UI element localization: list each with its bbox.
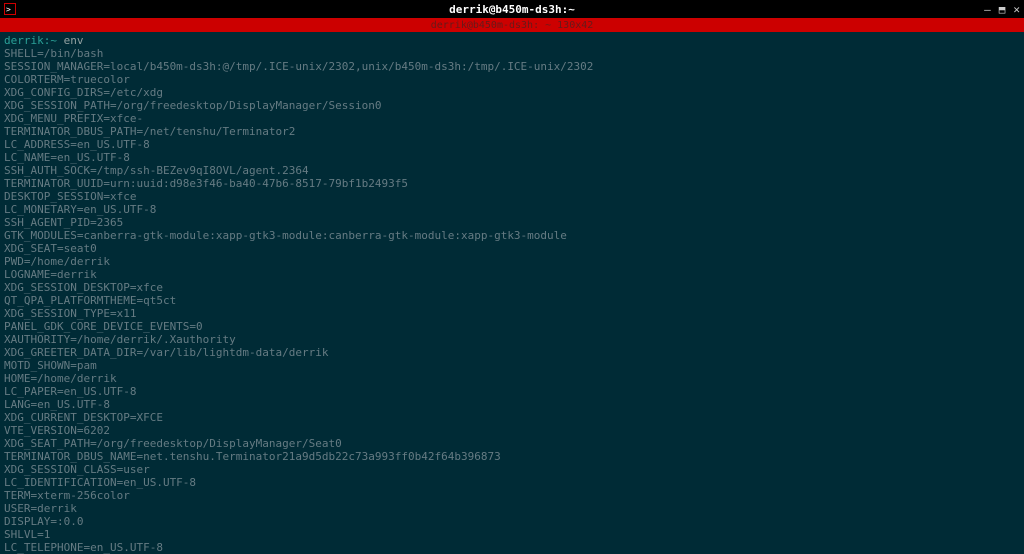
titlebar-left: > (4, 3, 16, 15)
env-line: XDG_SESSION_PATH=/org/freedesktop/Displa… (4, 99, 1020, 112)
titlebar: > derrik@b450m-ds3h:~ — ⬒ ✕ (0, 0, 1024, 18)
env-line: TERM=xterm-256color (4, 489, 1020, 502)
env-line: PANEL_GDK_CORE_DEVICE_EVENTS=0 (4, 320, 1020, 333)
window-title: derrik@b450m-ds3h:~ (449, 3, 575, 16)
env-line: LANG=en_US.UTF-8 (4, 398, 1020, 411)
terminal-area[interactable]: derrik:~ env SHELL=/bin/bashSESSION_MANA… (0, 32, 1024, 554)
env-line: COLORTERM=truecolor (4, 73, 1020, 86)
env-line: LOGNAME=derrik (4, 268, 1020, 281)
env-line: SHELL=/bin/bash (4, 47, 1020, 60)
maximize-button[interactable]: ⬒ (999, 3, 1006, 16)
env-line: PWD=/home/derrik (4, 255, 1020, 268)
minimize-button[interactable]: — (984, 3, 991, 16)
env-line: MOTD_SHOWN=pam (4, 359, 1020, 372)
svg-text:>: > (6, 5, 11, 14)
env-line: XDG_CONFIG_DIRS=/etc/xdg (4, 86, 1020, 99)
env-line: VTE_VERSION=6202 (4, 424, 1020, 437)
env-line: LC_MONETARY=en_US.UTF-8 (4, 203, 1020, 216)
prompt-user-host: derrik:~ (4, 34, 57, 47)
env-line: SSH_AUTH_SOCK=/tmp/ssh-BEZev9qI8OVL/agen… (4, 164, 1020, 177)
env-line: DESKTOP_SESSION=xfce (4, 190, 1020, 203)
env-line: TERMINATOR_DBUS_PATH=/net/tenshu/Termina… (4, 125, 1020, 138)
env-line: XDG_SESSION_TYPE=x11 (4, 307, 1020, 320)
env-line: XDG_SESSION_DESKTOP=xfce (4, 281, 1020, 294)
env-line: XDG_SEAT_PATH=/org/freedesktop/DisplayMa… (4, 437, 1020, 450)
window-controls: — ⬒ ✕ (984, 3, 1020, 16)
env-line: USER=derrik (4, 502, 1020, 515)
env-line: XDG_SESSION_CLASS=user (4, 463, 1020, 476)
env-line: LC_NAME=en_US.UTF-8 (4, 151, 1020, 164)
env-line: SHLVL=1 (4, 528, 1020, 541)
prompt-line: derrik:~ env (4, 34, 1020, 47)
env-line: QT_QPA_PLATFORMTHEME=qt5ct (4, 294, 1020, 307)
env-line: DISPLAY=:0.0 (4, 515, 1020, 528)
env-line: LC_IDENTIFICATION=en_US.UTF-8 (4, 476, 1020, 489)
env-line: GTK_MODULES=canberra-gtk-module:xapp-gtk… (4, 229, 1020, 242)
env-line: LC_ADDRESS=en_US.UTF-8 (4, 138, 1020, 151)
tab-label[interactable]: derrik@b450m-ds3h: ~ 130x42 (431, 20, 594, 31)
env-line: XAUTHORITY=/home/derrik/.Xauthority (4, 333, 1020, 346)
env-output: SHELL=/bin/bashSESSION_MANAGER=local/b45… (4, 47, 1020, 554)
prompt-command: env (64, 34, 84, 47)
env-line: HOME=/home/derrik (4, 372, 1020, 385)
env-line: XDG_SEAT=seat0 (4, 242, 1020, 255)
prompt-separator (57, 34, 64, 47)
env-line: LC_PAPER=en_US.UTF-8 (4, 385, 1020, 398)
env-line: TERMINATOR_UUID=urn:uuid:d98e3f46-ba40-4… (4, 177, 1020, 190)
env-line: XDG_MENU_PREFIX=xfce- (4, 112, 1020, 125)
close-button[interactable]: ✕ (1013, 3, 1020, 16)
env-line: TERMINATOR_DBUS_NAME=net.tenshu.Terminat… (4, 450, 1020, 463)
env-line: SSH_AGENT_PID=2365 (4, 216, 1020, 229)
env-line: XDG_GREETER_DATA_DIR=/var/lib/lightdm-da… (4, 346, 1020, 359)
env-line: SESSION_MANAGER=local/b450m-ds3h:@/tmp/.… (4, 60, 1020, 73)
terminal-icon: > (4, 3, 16, 15)
env-line: XDG_CURRENT_DESKTOP=XFCE (4, 411, 1020, 424)
tab-bar: derrik@b450m-ds3h: ~ 130x42 (0, 18, 1024, 32)
env-line: LC_TELEPHONE=en_US.UTF-8 (4, 541, 1020, 554)
